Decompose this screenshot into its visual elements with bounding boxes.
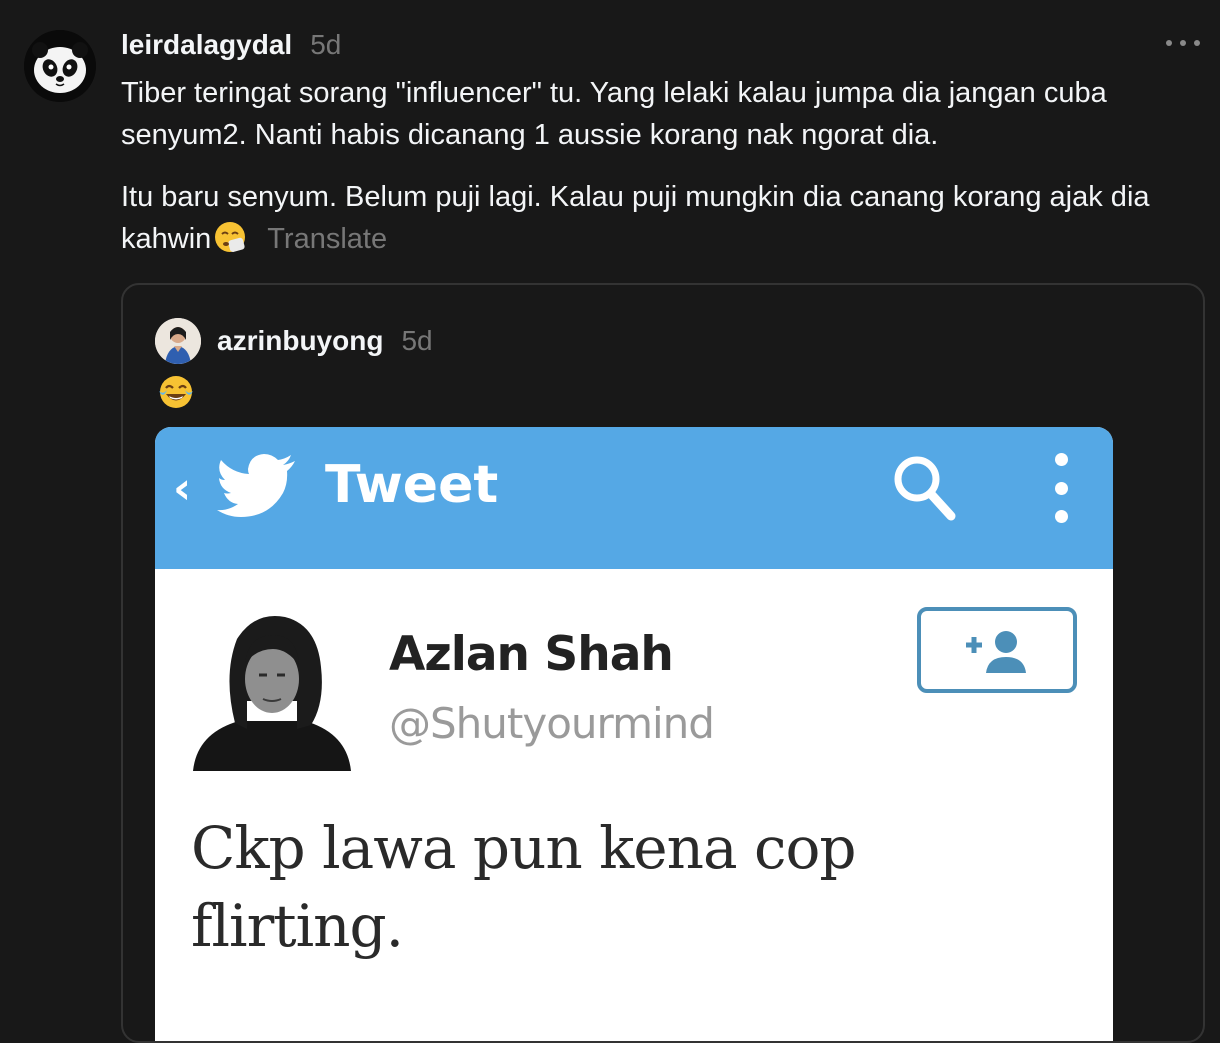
more-vertical-icon	[1051, 453, 1071, 523]
search-icon	[894, 456, 956, 521]
tweet-text: Ckp lawa pun kena cop flirting.	[191, 814, 857, 960]
sneezing-face-emoji-icon	[215, 222, 246, 252]
tweet-display-name: Azlan Shah	[389, 627, 674, 682]
quoted-post-image[interactable]: ‹ Tweet Azlan Shah @Shutyourmind Ckp law…	[155, 427, 1113, 1041]
post-paragraph: Tiber teringat sorang "influencer" tu. Y…	[121, 77, 1107, 151]
post-paragraph-last: Itu baru senyum. Belum puji lagi. Kalau …	[121, 176, 1211, 260]
tweet-bar-title: Tweet	[325, 455, 499, 515]
add-user-icon	[966, 631, 1026, 673]
follow-button	[917, 607, 1077, 693]
person-avatar-icon	[155, 318, 201, 364]
author-username[interactable]: leirdalagydal	[121, 29, 292, 61]
translate-link[interactable]: Translate	[267, 223, 387, 255]
more-horizontal-icon[interactable]	[1166, 34, 1200, 52]
panda-avatar-icon	[24, 30, 96, 102]
author-avatar[interactable]	[24, 30, 96, 102]
tweet-app-bar: ‹ Tweet	[155, 427, 1113, 569]
post-header: leirdalagydal 5d	[121, 26, 341, 64]
quoted-post-timestamp[interactable]: 5d	[401, 325, 432, 357]
thread-post: leirdalagydal 5d Tiber teringat sorang "…	[0, 0, 1220, 1043]
quoted-author-username[interactable]: azrinbuyong	[217, 325, 383, 357]
twitter-bird-icon	[217, 454, 295, 517]
post-body: Tiber teringat sorang "influencer" tu. Y…	[121, 72, 1211, 280]
tweet-profile-photo	[189, 605, 355, 771]
quoted-post-header: azrinbuyong 5d	[217, 321, 433, 361]
chevron-left-icon: ‹	[173, 463, 192, 514]
face-with-tears-of-joy-emoji-icon	[159, 376, 193, 408]
quoted-author-avatar[interactable]	[155, 318, 201, 364]
tweet-handle: @Shutyourmind	[389, 699, 715, 748]
post-timestamp[interactable]: 5d	[310, 29, 341, 61]
quoted-post-card[interactable]: azrinbuyong 5d ‹ Tweet Azlan Shah @Shuty…	[121, 283, 1205, 1043]
